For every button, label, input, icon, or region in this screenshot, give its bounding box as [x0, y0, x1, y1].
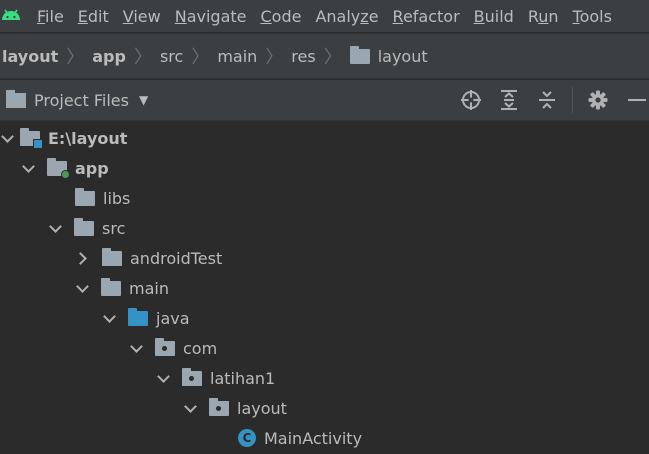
breadcrumb-item-res[interactable]: res [291, 47, 315, 66]
breadcrumb-item-app[interactable]: app [92, 47, 126, 66]
tree-node-label: E:\layout [48, 128, 128, 148]
class-icon: C [238, 429, 256, 447]
breadcrumb-item-layout[interactable]: layout [349, 45, 428, 66]
tree-node-project-root[interactable]: E:\layout [0, 123, 127, 153]
chevron-down-icon[interactable] [48, 221, 62, 235]
menu-label: Navigate [174, 6, 247, 26]
project-view-label: Project Files [34, 90, 129, 110]
menu-label: Edit [77, 6, 109, 26]
tree-node-label: src [102, 218, 126, 238]
android-icon [0, 0, 30, 32]
breadcrumb-separator: 〉 [191, 47, 210, 68]
menu-file[interactable]: File [30, 7, 71, 26]
folder-module-icon [47, 157, 70, 179]
source-folder-icon [128, 307, 148, 326]
menu-view[interactable]: View [116, 7, 168, 26]
package-icon [155, 337, 175, 356]
package-icon [182, 367, 202, 386]
project-view-selector[interactable]: Project Files ▼ [6, 89, 149, 110]
breadcrumb-separator: 〉 [323, 47, 342, 68]
tree-node-src[interactable]: src [48, 213, 125, 243]
menu-refactor[interactable]: Refactor [386, 7, 467, 26]
folder-icon [101, 277, 121, 296]
tree-node-latihan1[interactable]: latihan1 [156, 363, 275, 393]
toolbar-separator [572, 87, 573, 113]
tree-node-label: latihan1 [210, 368, 276, 388]
tree-node-java[interactable]: java [102, 303, 190, 333]
breadcrumb-item-project[interactable]: layout [2, 47, 58, 66]
tree-node-label: main [129, 278, 169, 298]
menu-run[interactable]: Run [521, 7, 566, 26]
tree-node-main[interactable]: main [75, 273, 169, 303]
expand-all-icon[interactable] [496, 87, 522, 113]
tree-node-label: androidTest [130, 248, 223, 268]
chevron-down-icon[interactable] [0, 131, 14, 145]
breadcrumb: layout 〉 app 〉 src 〉 main 〉 res 〉 layout [0, 33, 649, 79]
folder-icon [102, 247, 122, 266]
tree-node-app[interactable]: app [21, 153, 109, 183]
tree-node-com[interactable]: com [129, 333, 217, 363]
menu-bar: File Edit View Navigate Code Analyze Ref… [0, 0, 649, 32]
tree-node-androidtest[interactable]: androidTest [76, 243, 222, 273]
menu-analyze[interactable]: Analyze [308, 7, 385, 26]
chevron-down-icon[interactable] [75, 281, 89, 295]
menu-label: File [37, 6, 64, 26]
dropdown-arrow-icon: ▼ [138, 93, 149, 107]
tree-node-mainactivity[interactable]: C MainActivity [238, 423, 362, 453]
menu-edit[interactable]: Edit [71, 7, 116, 26]
menu-label: Tools [572, 6, 612, 26]
menu-navigate[interactable]: Navigate [168, 7, 254, 26]
tree-node-label: java [156, 308, 190, 328]
chevron-down-icon[interactable] [129, 341, 143, 355]
collapse-all-icon[interactable] [534, 87, 560, 113]
chevron-down-icon[interactable] [183, 401, 197, 415]
tree-node-layout[interactable]: layout [183, 393, 287, 423]
breadcrumb-item-main[interactable]: main [217, 47, 257, 66]
menu-label: Run [527, 6, 559, 26]
tree-node-label: com [183, 338, 218, 358]
chevron-down-icon[interactable] [156, 371, 170, 385]
locate-file-icon[interactable] [458, 87, 484, 113]
tree-node-label: libs [103, 188, 131, 208]
folder-icon [74, 217, 94, 236]
package-icon [209, 397, 229, 416]
folder-icon [6, 89, 26, 108]
breadcrumb-separator: 〉 [265, 47, 284, 68]
tree-node-label: app [75, 158, 109, 178]
hide-panel-icon[interactable] [623, 87, 649, 113]
breadcrumb-separator: 〉 [66, 47, 85, 68]
menu-label: Refactor [392, 6, 460, 26]
breadcrumb-item-label: layout [377, 46, 428, 66]
menu-tools[interactable]: Tools [566, 7, 619, 26]
breadcrumb-separator: 〉 [133, 47, 152, 68]
chevron-down-icon[interactable] [21, 161, 35, 175]
tree-node-label: layout [237, 398, 287, 418]
menu-label: Code [260, 6, 302, 26]
folder-icon [75, 187, 95, 206]
project-toolbar: Project Files ▼ [0, 80, 649, 121]
tree-node-label: MainActivity [264, 428, 363, 448]
menu-label: View [122, 6, 161, 26]
chevron-right-icon[interactable] [76, 251, 90, 265]
menu-label: Analyze [315, 6, 379, 26]
folder-icon [349, 45, 370, 64]
breadcrumb-item-src[interactable]: src [160, 47, 183, 66]
menu-code[interactable]: Code [254, 7, 309, 26]
gear-icon[interactable] [585, 87, 611, 113]
chevron-down-icon[interactable] [102, 311, 116, 325]
menu-label: Build [473, 6, 514, 26]
menu-build[interactable]: Build [467, 7, 521, 26]
folder-project-icon [20, 127, 43, 149]
tree-node-libs[interactable]: libs [75, 183, 130, 213]
